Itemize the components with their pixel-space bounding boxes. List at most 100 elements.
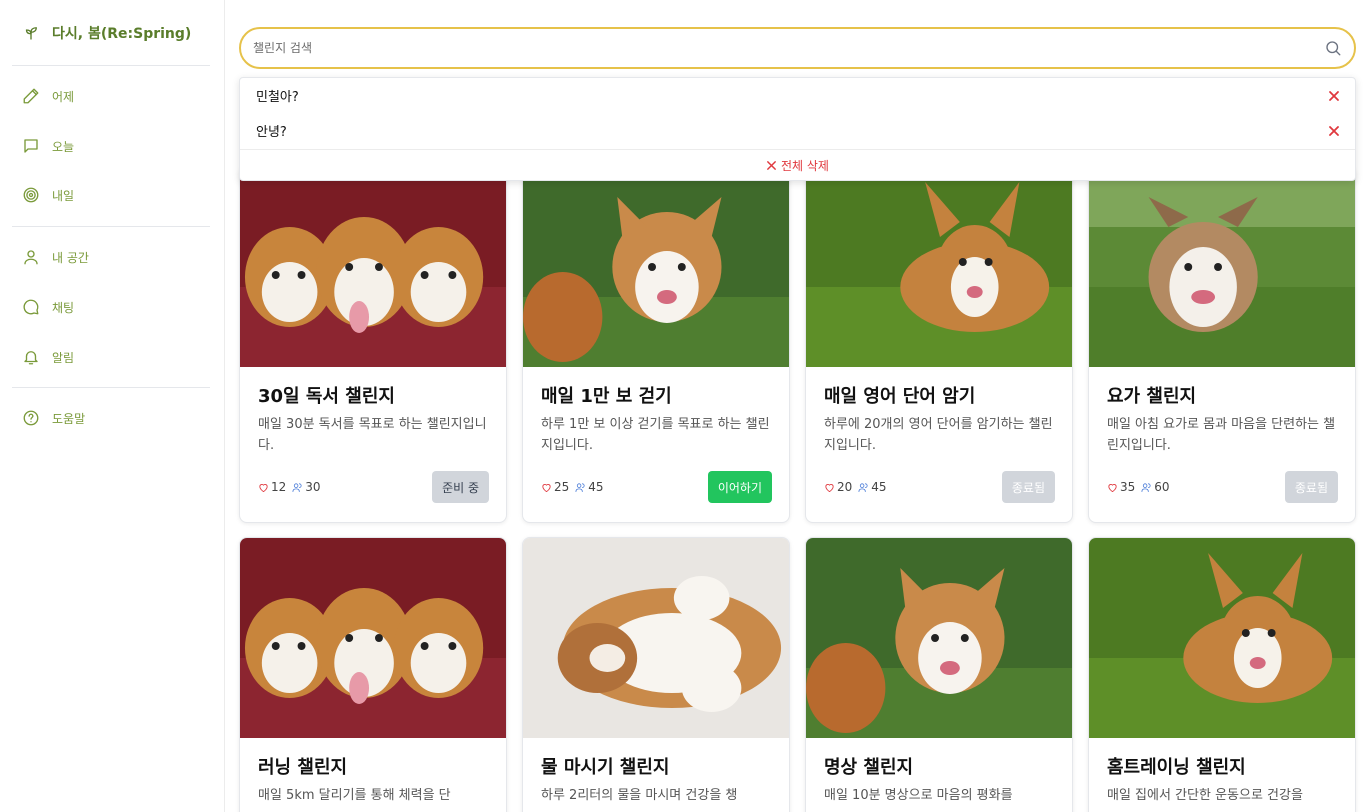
card-title: 러닝 챌린지 xyxy=(258,757,348,778)
search-icon[interactable] xyxy=(1324,39,1342,57)
sidebar-item-my-space[interactable]: 내 공간 xyxy=(22,247,89,267)
search-history-text: 안녕? xyxy=(256,124,287,140)
brand-logo[interactable]: 다시, 봄(Re:Spring) xyxy=(22,22,191,44)
sidebar-divider xyxy=(12,65,210,66)
card-meta: 12 30 xyxy=(258,480,321,494)
search-bar xyxy=(239,27,1356,69)
card-description: 매일 10분 명상으로 마음의 평화를 xyxy=(824,788,1013,803)
likes: 25 xyxy=(541,480,569,494)
challenge-card[interactable]: 매일 영어 단어 암기 하루에 20개의 영어 단어를 암기하는 챌린지입니다.… xyxy=(805,166,1073,523)
status-button[interactable]: 종료됨 xyxy=(1001,471,1055,503)
sidebar-item-label: 내 공간 xyxy=(52,250,89,265)
likes-count: 25 xyxy=(554,480,570,494)
brand-name: 다시, 봄(Re:Spring) xyxy=(52,26,192,42)
clear-all-button[interactable]: 전체 삭제 xyxy=(240,154,1355,176)
card-title: 매일 1만 보 걷기 xyxy=(541,386,672,407)
card-description: 하루 2리터의 물을 마시며 건강을 챙 xyxy=(541,788,738,803)
clear-all-label: 전체 삭제 xyxy=(781,158,829,173)
close-icon[interactable] xyxy=(1327,123,1341,137)
likes-count: 20 xyxy=(837,480,853,494)
card-description: 매일 집에서 간단한 운동으로 건강을 xyxy=(1107,788,1303,803)
sidebar-divider xyxy=(12,226,210,227)
likes: 35 xyxy=(1107,480,1135,494)
card-title: 요가 챌린지 xyxy=(1107,386,1197,407)
card-description: 하루 1만 보 이상 걷기를 목표로 하는 챌린지입니다. xyxy=(541,417,770,453)
likes-count: 35 xyxy=(1120,480,1136,494)
search-input[interactable] xyxy=(253,38,1303,58)
challenge-card[interactable]: 러닝 챌린지 매일 5km 달리기를 통해 체력을 단 xyxy=(239,537,507,812)
card-image xyxy=(523,167,789,367)
pencil-icon xyxy=(22,87,40,105)
dropdown-divider xyxy=(240,149,1355,150)
sidebar-item-today[interactable]: 오늘 xyxy=(22,136,74,156)
card-title: 매일 영어 단어 암기 xyxy=(824,386,976,407)
card-description: 매일 5km 달리기를 통해 체력을 단 xyxy=(258,788,451,803)
card-meta: 35 60 xyxy=(1107,480,1170,494)
main-content: 30일 독서 챌린지 매일 30분 독서를 목표로 하는 챌린지입니다. 12 … xyxy=(226,0,1366,812)
likes: 20 xyxy=(824,480,852,494)
search-history-item[interactable]: 민철아? xyxy=(240,78,1355,112)
challenge-card[interactable]: 요가 챌린지 매일 아침 요가로 몸과 마음을 단련하는 챌린지입니다. 35 … xyxy=(1088,166,1356,523)
sprout-icon xyxy=(22,24,40,42)
sidebar-item-label: 오늘 xyxy=(52,139,75,154)
sidebar-divider xyxy=(12,387,210,388)
search-history-dropdown: 민철아? 안녕? 전체 삭제 xyxy=(239,77,1356,181)
card-image xyxy=(1089,167,1355,367)
participants-count: 60 xyxy=(1154,480,1170,494)
sidebar-item-help[interactable]: 도움말 xyxy=(22,408,85,428)
card-title: 홈트레이닝 챌린지 xyxy=(1107,757,1246,778)
card-description: 매일 아침 요가로 몸과 마음을 단련하는 챌린지입니다. xyxy=(1107,417,1336,453)
sidebar-item-label: 알림 xyxy=(52,350,75,365)
sidebar-item-label: 채팅 xyxy=(52,300,75,315)
sidebar-item-chat[interactable]: 채팅 xyxy=(22,297,74,317)
continue-button[interactable]: 이어하기 xyxy=(707,471,772,503)
card-meta: 20 45 xyxy=(824,480,887,494)
user-icon xyxy=(22,248,40,266)
close-icon[interactable] xyxy=(1327,88,1341,102)
card-image xyxy=(806,538,1072,738)
chat-bubble-icon xyxy=(22,298,40,316)
sidebar: 다시, 봄(Re:Spring) 어제 오늘 내일 내 공간 채팅 알림 도움말 xyxy=(0,0,225,812)
users-icon xyxy=(292,482,302,492)
card-meta: 25 45 xyxy=(541,480,604,494)
participants: 45 xyxy=(858,480,887,494)
users-icon xyxy=(575,482,585,492)
card-image xyxy=(806,167,1072,367)
sidebar-item-yesterday[interactable]: 어제 xyxy=(22,86,74,106)
sidebar-item-label: 도움말 xyxy=(52,411,86,426)
heart-icon xyxy=(259,483,268,492)
challenge-card[interactable]: 홈트레이닝 챌린지 매일 집에서 간단한 운동으로 건강을 xyxy=(1088,537,1356,812)
search-history-text: 민철아? xyxy=(256,89,299,105)
participants: 30 xyxy=(292,480,321,494)
heart-icon xyxy=(1108,483,1117,492)
heart-icon xyxy=(542,483,551,492)
status-button[interactable]: 종료됨 xyxy=(1284,471,1338,503)
card-description: 매일 30분 독서를 목표로 하는 챌린지입니다. xyxy=(258,417,487,453)
bell-icon xyxy=(22,348,40,366)
participants: 60 xyxy=(1141,480,1170,494)
card-image xyxy=(1089,538,1355,738)
participants: 45 xyxy=(575,480,604,494)
card-image xyxy=(240,167,506,367)
users-icon xyxy=(1141,482,1151,492)
sidebar-item-label: 내일 xyxy=(52,188,75,203)
likes-count: 12 xyxy=(271,480,287,494)
search-history-item[interactable]: 안녕? xyxy=(240,113,1355,147)
challenge-card[interactable]: 30일 독서 챌린지 매일 30분 독서를 목표로 하는 챌린지입니다. 12 … xyxy=(239,166,507,523)
card-image xyxy=(523,538,789,738)
message-square-icon xyxy=(22,137,40,155)
sidebar-item-tomorrow[interactable]: 내일 xyxy=(22,185,74,205)
likes: 12 xyxy=(258,480,286,494)
app-root: 다시, 봄(Re:Spring) 어제 오늘 내일 내 공간 채팅 알림 도움말… xyxy=(0,0,1366,812)
sidebar-item-notifications[interactable]: 알림 xyxy=(22,347,74,367)
challenge-card[interactable]: 매일 1만 보 걷기 하루 1만 보 이상 걷기를 목표로 하는 챌린지입니다.… xyxy=(522,166,790,523)
challenge-card[interactable]: 물 마시기 챌린지 하루 2리터의 물을 마시며 건강을 챙 xyxy=(522,537,790,812)
participants-count: 45 xyxy=(871,480,887,494)
sidebar-item-label: 어제 xyxy=(52,89,75,104)
challenge-card[interactable]: 명상 챌린지 매일 10분 명상으로 마음의 평화를 xyxy=(805,537,1073,812)
card-title: 물 마시기 챌린지 xyxy=(541,757,670,778)
card-title: 명상 챌린지 xyxy=(824,757,914,778)
participants-count: 30 xyxy=(305,480,321,494)
target-icon xyxy=(22,186,40,204)
status-button[interactable]: 준비 중 xyxy=(432,471,489,503)
